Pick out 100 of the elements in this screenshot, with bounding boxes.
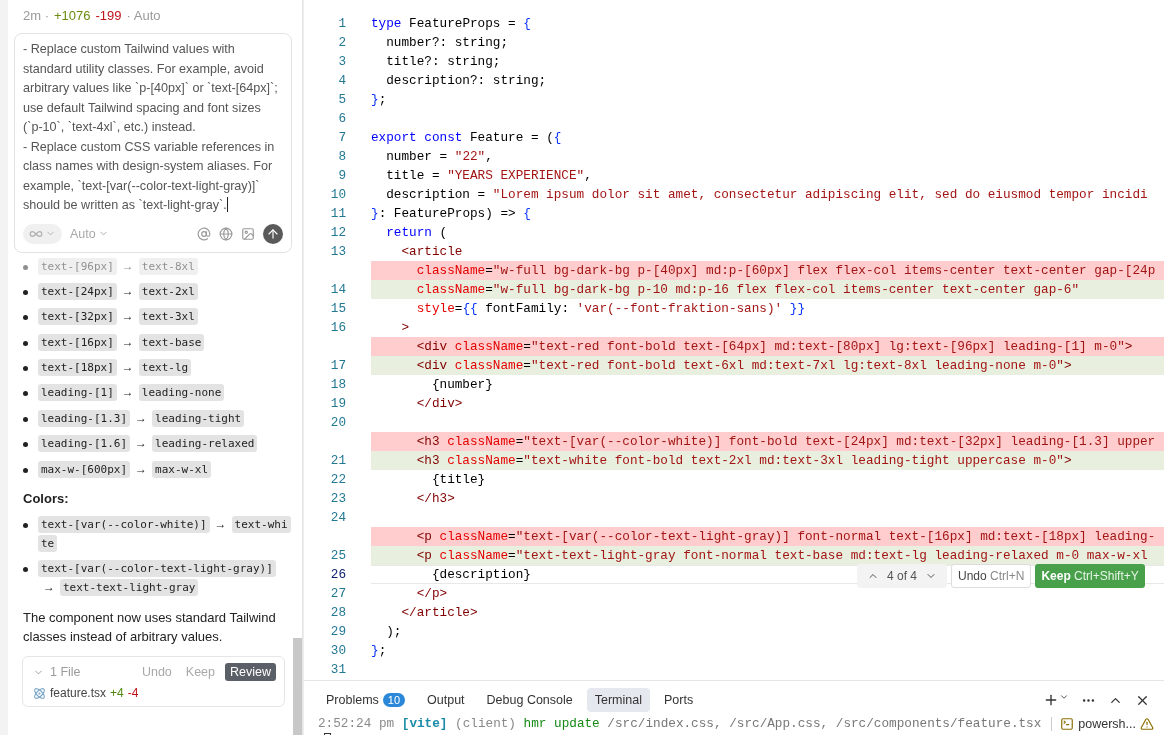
review-button[interactable]: Review: [225, 663, 276, 681]
code-line: {description}: [430, 567, 531, 582]
code-line: number = "22",: [385, 149, 493, 164]
code-line: title?: string;: [385, 54, 501, 69]
code-span: text-[18px]: [38, 359, 117, 377]
code-line: };: [371, 92, 387, 107]
new-terminal-button[interactable]: [1043, 692, 1069, 708]
panel-tab[interactable]: Terminal: [586, 688, 650, 712]
line-number: 4: [337, 73, 346, 88]
line-number: 31: [329, 662, 346, 677]
meta-text: -199: [95, 7, 122, 25]
code-span: text-2xl: [138, 282, 198, 300]
arrow-text: →: [121, 258, 134, 273]
file-count: 1 File: [50, 665, 81, 679]
line-number: 26: [329, 567, 346, 582]
code-span: text-[24px]: [38, 282, 117, 300]
line-number: 8: [337, 149, 346, 164]
atom-icon: [33, 686, 46, 700]
terminal-icon: [1060, 716, 1075, 731]
bullet-icon: [23, 416, 28, 422]
scrollbar[interactable]: [293, 638, 302, 735]
meta-text: +1076: [54, 7, 91, 25]
file-link[interactable]: feature.tsx: [50, 686, 107, 700]
code-span: leading-relaxed: [152, 435, 258, 453]
bullet-icon: [23, 567, 28, 572]
panel-tab[interactable]: Debug Console: [478, 688, 581, 712]
arrow-text: →: [121, 360, 134, 375]
chevron-down-icon: [1059, 692, 1069, 702]
line-number: 17: [329, 358, 346, 373]
arrow-text: →: [135, 436, 148, 451]
line-number: 30: [329, 643, 346, 658]
globe-icon[interactable]: [219, 226, 233, 241]
panel-tab[interactable]: Problems 10: [318, 688, 414, 712]
bullet-icon: [23, 315, 28, 321]
change-position: 4 of 4: [887, 569, 918, 583]
terminal-instance[interactable]: powersh...: [1051, 716, 1160, 731]
arrow-text: →: [121, 283, 134, 298]
code-line: description = "Lorem ipsum dolor sit amet, consectetur adipiscing elit, sed do eiusmod tempor incidi: [385, 187, 1148, 202]
code-line: description?: string;: [385, 73, 547, 88]
code-line: </p>: [415, 586, 448, 601]
code-line: );: [385, 624, 402, 639]
code-line: <article: [400, 244, 463, 259]
code-span: text-base: [138, 333, 205, 351]
line-number: 29: [329, 624, 346, 639]
terminal-output: 2:52:24 pm [vite] (client) hmr update /src/index.css, /src/App.css, /src/components/feature.tsx: [318, 716, 1043, 731]
line-number: 16: [329, 320, 346, 335]
line-number: 23: [329, 491, 346, 506]
code-line: <p className="text-[var(--color-text-light-gray)] font-normal text-[16px] md:text-[18px] leading-: [415, 529, 1156, 544]
code-line: {number}: [430, 377, 493, 392]
arrow-text: →: [121, 309, 134, 324]
code-line: <div className="text-red font-bold text-6xl md:text-7xl lg:text-8xl leading-none m-0">: [415, 358, 1072, 373]
panel-tab[interactable]: Output: [419, 688, 473, 712]
code-line: className="w-full bg-dark-bg p-[40px] md:p-[60px] flex flex-col items-center text-center gap-[24p: [415, 263, 1156, 278]
code-line: </article>: [400, 605, 478, 620]
line-number: 9: [337, 168, 346, 183]
code-span: text-[var(--color-text-light-gray)]: [38, 560, 276, 577]
code-span: text-[32px]: [38, 308, 117, 326]
line-number: 14: [329, 282, 346, 297]
colors-heading: Colors:: [22, 490, 70, 508]
line-number: 28: [329, 605, 346, 620]
code-line: };: [371, 643, 387, 658]
mention-icon[interactable]: [197, 226, 211, 241]
bullet-icon: [23, 289, 28, 295]
line-number: 13: [329, 244, 346, 259]
code-span: text-3xl: [138, 308, 198, 326]
line-number: 3: [337, 54, 346, 69]
line-number: 5: [337, 92, 346, 107]
code-line: className="w-full bg-dark-bg p-10 md:p-16 flex flex-col items-center text-center gap-6": [415, 282, 1080, 297]
line-number: 21: [329, 453, 346, 468]
undo-button[interactable]: Undo Ctrl+N: [951, 564, 1032, 588]
meta-text: 2m ·: [23, 7, 49, 25]
arrow-text: →: [121, 334, 134, 349]
code-span: leading-[1]: [38, 384, 117, 402]
panel-tab[interactable]: Ports: [656, 688, 702, 712]
bullet-icon: [23, 366, 28, 372]
prompt-field[interactable]: - Replace custom Tailwind values with standard utility classes. For example, avoid arbitrary values like `p-[40px]` or `text-[64px]`; use default Tailwind spacing and font sizes (`p-10`, `text-4xl`, etc.) instead. - Replace custom CSS variable references in class names with design-system aliases. For example, `text-[var(--color-text-light-gray)]` should be written as `text-light-gray`. Auto: [14, 33, 292, 253]
line-number: 2: [337, 35, 346, 50]
line-number: 15: [329, 301, 346, 316]
line-number: 19: [329, 396, 346, 411]
send-button[interactable]: [263, 223, 283, 244]
code-line: type FeatureProps = {: [371, 16, 531, 31]
line-number: 20: [329, 415, 346, 430]
bullet-icon: [23, 264, 28, 270]
line-number: 12: [329, 225, 346, 240]
added-count: +4: [110, 686, 124, 700]
code-span: text-[96px]: [38, 257, 117, 275]
code-span: leading-[1.6]: [38, 435, 131, 453]
line-number: 10: [329, 187, 346, 202]
line-number: 18: [329, 377, 346, 392]
change-navigator[interactable]: 4 of 4: [857, 564, 948, 588]
model-selector[interactable]: [23, 223, 62, 244]
arrow-text: →: [43, 580, 55, 594]
line-number: 22: [329, 472, 346, 487]
image-icon[interactable]: [241, 226, 255, 241]
code-span: text-[16px]: [38, 333, 117, 351]
code-line: <p className="text-text-light-gray font-normal text-base md:text-lg leading-relaxed m-0 max-w-xl: [415, 548, 1148, 563]
code-span: max-w-[600px]: [38, 460, 131, 478]
code-line: >: [400, 320, 410, 335]
code-span: leading-none: [138, 384, 225, 402]
code-line: export const Feature = ({: [371, 130, 562, 145]
